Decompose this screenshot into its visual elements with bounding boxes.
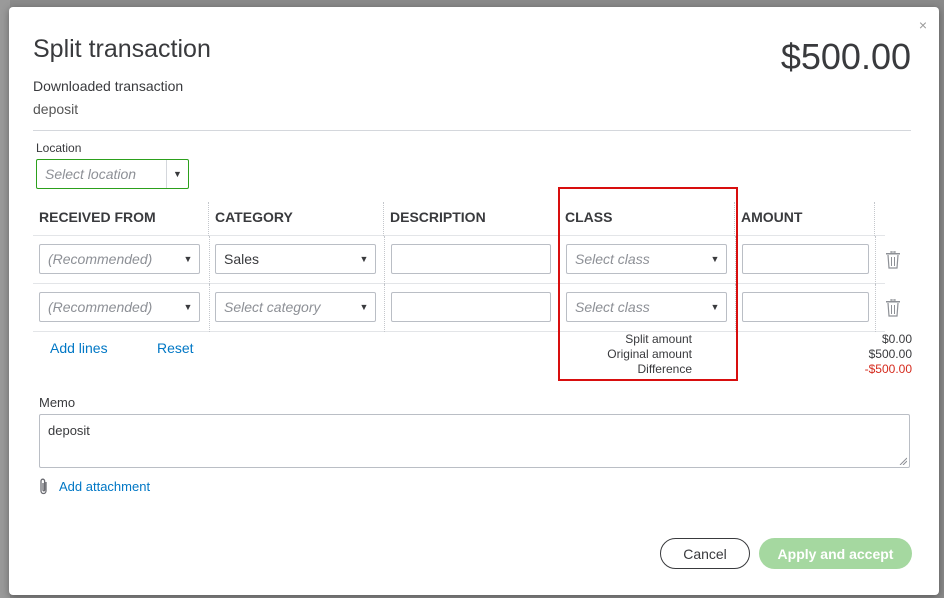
category-select[interactable]: Select category ▼ (215, 292, 376, 322)
column-header-received-from: RECEIVED FROM (33, 202, 209, 236)
received-from-placeholder: (Recommended) (48, 251, 153, 267)
received-from-select[interactable]: (Recommended) ▼ (39, 244, 200, 274)
column-divider (875, 236, 876, 284)
column-divider (209, 236, 210, 284)
location-select[interactable]: Select location ▼ (36, 159, 189, 189)
modal-title: Split transaction (33, 35, 211, 63)
received-from-placeholder: (Recommended) (48, 299, 153, 315)
column-divider (384, 236, 385, 284)
transaction-total: $500.00 (780, 36, 911, 77)
add-lines-link[interactable]: Add lines (50, 340, 108, 356)
chevron-down-icon[interactable]: ▼ (166, 160, 188, 188)
resize-handle-icon[interactable] (899, 457, 907, 465)
downloaded-transaction-label: Downloaded transaction (33, 78, 184, 94)
memo-label: Memo (39, 395, 76, 410)
memo-value: deposit (48, 423, 90, 438)
column-header-amount: AMOUNT (735, 202, 875, 236)
column-header-description: DESCRIPTION (384, 202, 559, 236)
split-transaction-modal: × Split transaction $500.00 Downloaded t… (9, 7, 939, 595)
divider (33, 130, 911, 131)
column-divider (875, 284, 876, 332)
paperclip-icon[interactable] (39, 478, 49, 495)
description-input[interactable] (391, 292, 551, 322)
split-amount-value: $0.00 (881, 332, 912, 346)
category-select[interactable]: Sales ▼ (215, 244, 376, 274)
table-row: (Recommended) ▼ Select category ▼ Select… (33, 284, 900, 332)
trash-icon[interactable] (885, 251, 901, 269)
location-placeholder: Select location (45, 166, 137, 182)
received-from-select[interactable]: (Recommended) ▼ (39, 292, 200, 322)
chevron-down-icon[interactable]: ▼ (177, 302, 199, 312)
close-icon[interactable]: × (919, 17, 927, 33)
apply-and-accept-button[interactable]: Apply and accept (759, 538, 912, 569)
category-value: Sales (224, 251, 260, 267)
add-attachment-link[interactable]: Add attachment (59, 479, 150, 494)
amount-input[interactable] (742, 244, 869, 274)
column-divider (209, 284, 210, 332)
chevron-down-icon[interactable]: ▼ (353, 254, 375, 264)
column-header-category: CATEGORY (209, 202, 384, 236)
reset-link[interactable]: Reset (157, 340, 194, 356)
chevron-down-icon[interactable]: ▼ (353, 302, 375, 312)
memo-textarea[interactable]: deposit (39, 414, 910, 468)
split-table-header: RECEIVED FROM CATEGORY DESCRIPTION CLASS… (33, 202, 885, 236)
trash-icon[interactable] (885, 299, 901, 317)
table-row: (Recommended) ▼ Sales ▼ Select class ▼ (33, 236, 900, 284)
column-divider (384, 284, 385, 332)
original-amount-value: $500.00 (868, 347, 912, 361)
downloaded-transaction-value: deposit (33, 101, 79, 117)
cancel-button[interactable]: Cancel (660, 538, 750, 569)
chevron-down-icon[interactable]: ▼ (177, 254, 199, 264)
location-label: Location (36, 141, 82, 155)
difference-value: -$500.00 (864, 362, 912, 376)
class-column-highlight (558, 187, 738, 381)
summary-values: $0.00 $500.00 -$500.00 (865, 332, 912, 377)
description-input[interactable] (391, 244, 551, 274)
amount-input[interactable] (742, 292, 869, 322)
category-placeholder: Select category (224, 299, 321, 315)
